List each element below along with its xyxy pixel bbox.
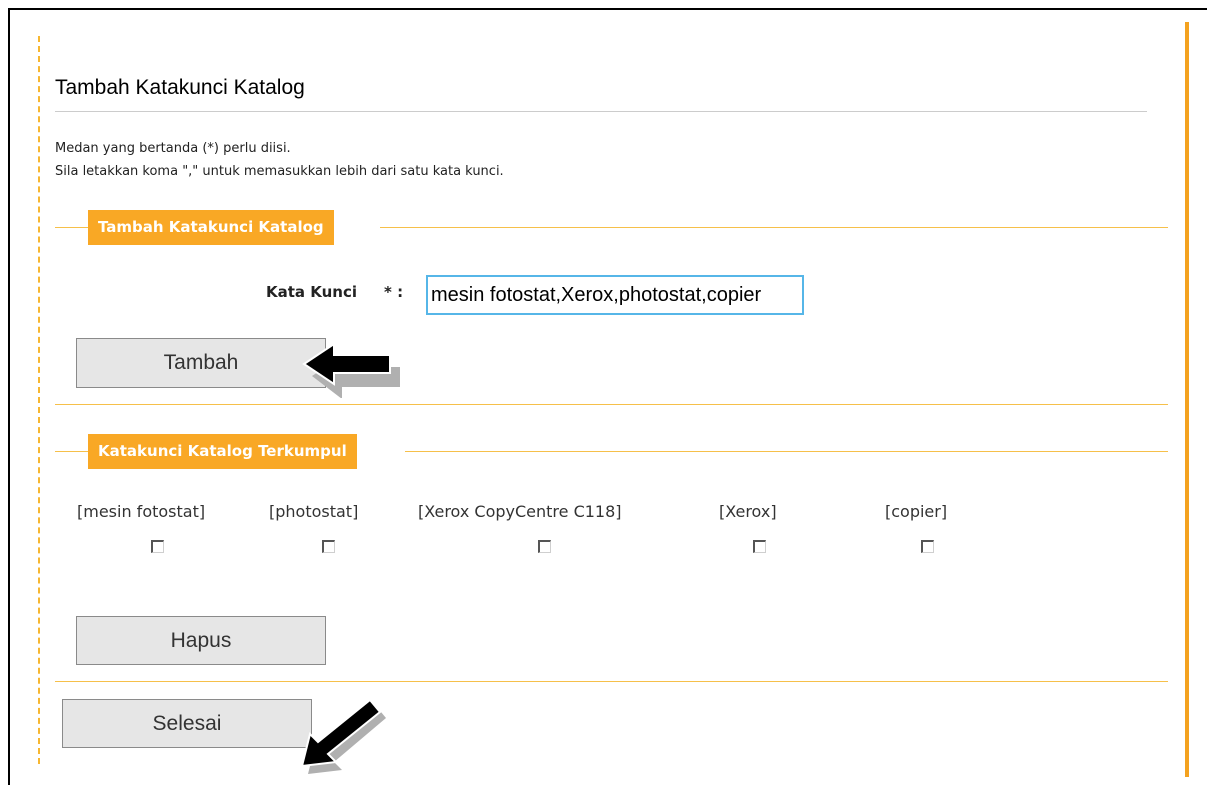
keyword-label-2: [photostat] [269,502,359,521]
keyword-label-4: [Xerox] [719,502,777,521]
keyword-checkbox-2[interactable] [322,540,335,553]
fieldset-rule-right [380,227,1168,228]
keyword-checkbox-3[interactable] [538,540,551,553]
keyword-label-5: [copier] [885,502,948,521]
keyword-label-3: [Xerox CopyCentre C118] [418,502,622,521]
keyword-checkbox-5[interactable] [921,540,934,553]
page-frame [8,8,1207,785]
black-pointer-arrow-icon-2 [300,698,386,774]
add-section-legend: Tambah Katakunci Katalog [88,210,334,245]
comma-note: Sila letakkan koma "," untuk memasukkan … [55,164,504,179]
keyword-input[interactable] [426,275,804,315]
collected-section-legend: Katakunci Katalog Terkumpul [88,434,357,469]
delete-button[interactable]: Hapus [76,616,326,665]
keyword-checkbox-4[interactable] [753,540,766,553]
keyword-field-label: Kata Kunci [266,283,358,301]
required-marker: * : [384,283,404,301]
footer-divider [55,681,1168,682]
black-pointer-arrow-icon [302,342,400,398]
title-divider [55,111,1147,112]
add-button[interactable]: Tambah [76,338,326,388]
left-dashed-border [38,36,40,764]
fieldset-rule-left-2 [55,451,88,452]
section-divider [55,404,1168,405]
keyword-checkbox-1[interactable] [151,540,164,553]
fieldset-rule-right-2 [405,451,1168,452]
fieldset-rule-left [55,227,88,228]
required-note: Medan yang bertanda (*) perlu diisi. [55,141,291,156]
finish-button[interactable]: Selesai [62,699,312,748]
keyword-label-1: [mesin fotostat] [77,502,206,521]
right-accent-bar [1185,22,1189,777]
page-title: Tambah Katakunci Katalog [55,76,305,99]
